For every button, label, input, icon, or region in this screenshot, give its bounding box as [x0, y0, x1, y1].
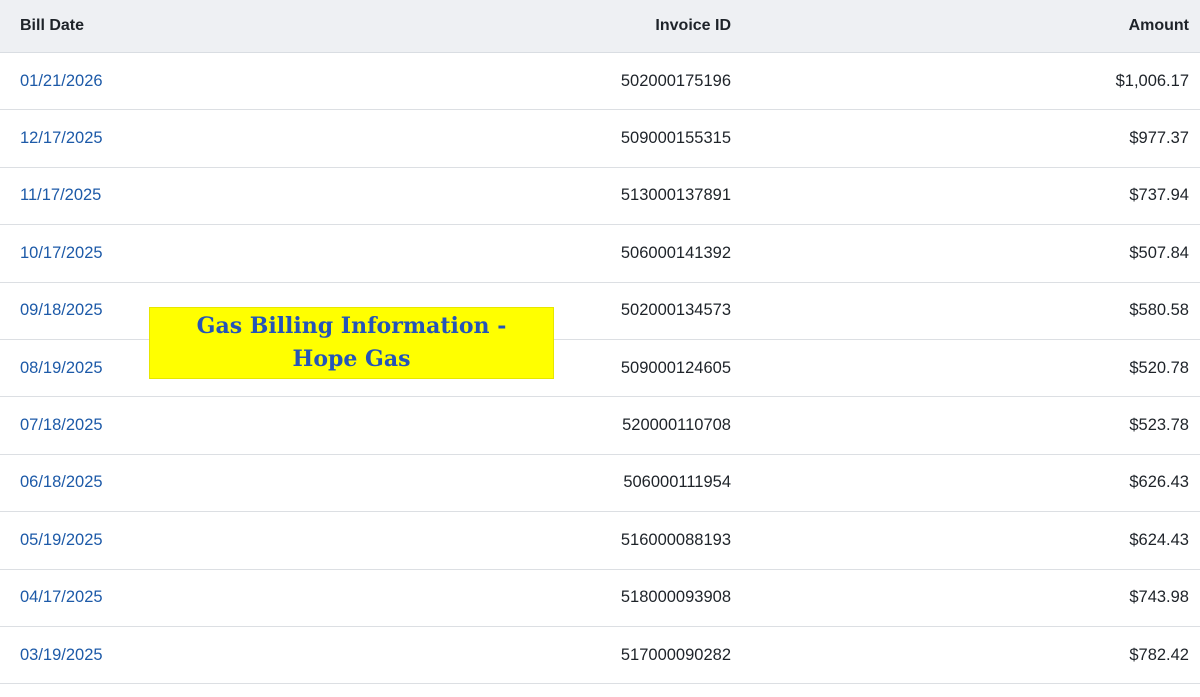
invoice-id-cell: 502000175196	[620, 71, 731, 90]
amount-cell: $743.98	[1129, 588, 1189, 607]
table-row: 12/17/2025 509000155315 $977.37	[0, 110, 1200, 168]
overlay-title-line1: Gas Billing Information -	[196, 313, 507, 339]
header-bill-date[interactable]: Bill Date	[0, 17, 400, 35]
amount-cell: $523.78	[1129, 416, 1189, 435]
invoice-id-cell: 518000093908	[620, 588, 731, 607]
bill-date-link[interactable]: 01/21/2026	[20, 72, 103, 90]
amount-cell: $520.78	[1129, 358, 1189, 377]
overlay-title-banner: Gas Billing Information - Hope Gas	[149, 307, 554, 379]
bill-date-link[interactable]: 06/18/2025	[20, 473, 103, 491]
bill-date-link[interactable]: 11/17/2025	[20, 186, 101, 204]
overlay-title-line2: Hope Gas	[292, 346, 411, 372]
bill-date-link[interactable]: 08/19/2025	[20, 359, 103, 377]
amount-cell: $1,006.17	[1115, 71, 1189, 90]
bill-date-link[interactable]: 03/19/2025	[20, 646, 103, 664]
bill-date-cell: 12/17/2025	[0, 129, 400, 148]
amount-cell: $626.43	[1129, 473, 1189, 492]
bill-date-link[interactable]: 05/19/2025	[20, 531, 103, 549]
table-row: 04/17/2025 518000093908 $743.98	[0, 570, 1200, 627]
bill-date-link[interactable]: 12/17/2025	[20, 129, 103, 147]
bill-date-cell: 01/21/2026	[0, 72, 400, 91]
invoice-id-cell: 509000155315	[620, 129, 731, 148]
bill-date-cell: 03/19/2025	[0, 646, 400, 665]
amount-cell: $624.43	[1129, 530, 1189, 549]
invoice-id-cell: 513000137891	[620, 186, 731, 205]
billing-table: Bill Date Invoice ID Amount 01/21/2026 50…	[0, 0, 1200, 697]
table-row: 01/21/2026 502000175196 $1,006.17	[0, 53, 1200, 111]
bill-date-cell: 10/17/2025	[0, 244, 400, 263]
table-row: 05/19/2025 516000088193 $624.43	[0, 512, 1200, 570]
amount-cell: $580.58	[1129, 301, 1189, 320]
table-header-row: Bill Date Invoice ID Amount	[0, 0, 1200, 53]
table-row: 07/18/2025 520000110708 $523.78	[0, 397, 1200, 455]
table-row: 11/17/2025 513000137891 $737.94	[0, 168, 1200, 226]
bill-date-cell: 04/17/2025	[0, 588, 400, 607]
invoice-id-cell: 520000110708	[622, 416, 731, 435]
bill-date-cell: 06/18/2025	[0, 473, 400, 492]
table-row: 06/18/2025 506000111954 $626.43	[0, 455, 1200, 513]
table-row: 03/19/2025 517000090282 $782.42	[0, 627, 1200, 685]
bill-date-cell: 05/19/2025	[0, 531, 400, 550]
invoice-id-cell: 506000141392	[620, 243, 731, 262]
bill-date-link[interactable]: 09/18/2025	[20, 301, 103, 319]
amount-cell: $737.94	[1129, 186, 1189, 205]
bill-date-link[interactable]: 07/18/2025	[20, 416, 103, 434]
bill-date-link[interactable]: 04/17/2025	[20, 588, 103, 606]
amount-cell: $782.42	[1129, 645, 1189, 664]
bill-date-cell: 07/18/2025	[0, 416, 400, 435]
invoice-id-cell: 516000088193	[620, 530, 731, 549]
table-row: 10/17/2025 506000141392 $507.84	[0, 225, 1200, 283]
bill-date-link[interactable]: 10/17/2025	[20, 244, 103, 262]
invoice-id-cell: 506000111954	[623, 473, 731, 492]
amount-cell: $507.84	[1129, 243, 1189, 262]
header-invoice-id[interactable]: Invoice ID	[400, 17, 731, 35]
invoice-id-cell: 517000090282	[620, 645, 731, 664]
amount-cell: $977.37	[1129, 129, 1189, 148]
header-amount[interactable]: Amount	[731, 17, 1200, 35]
bill-date-cell: 11/17/2025	[0, 186, 400, 205]
